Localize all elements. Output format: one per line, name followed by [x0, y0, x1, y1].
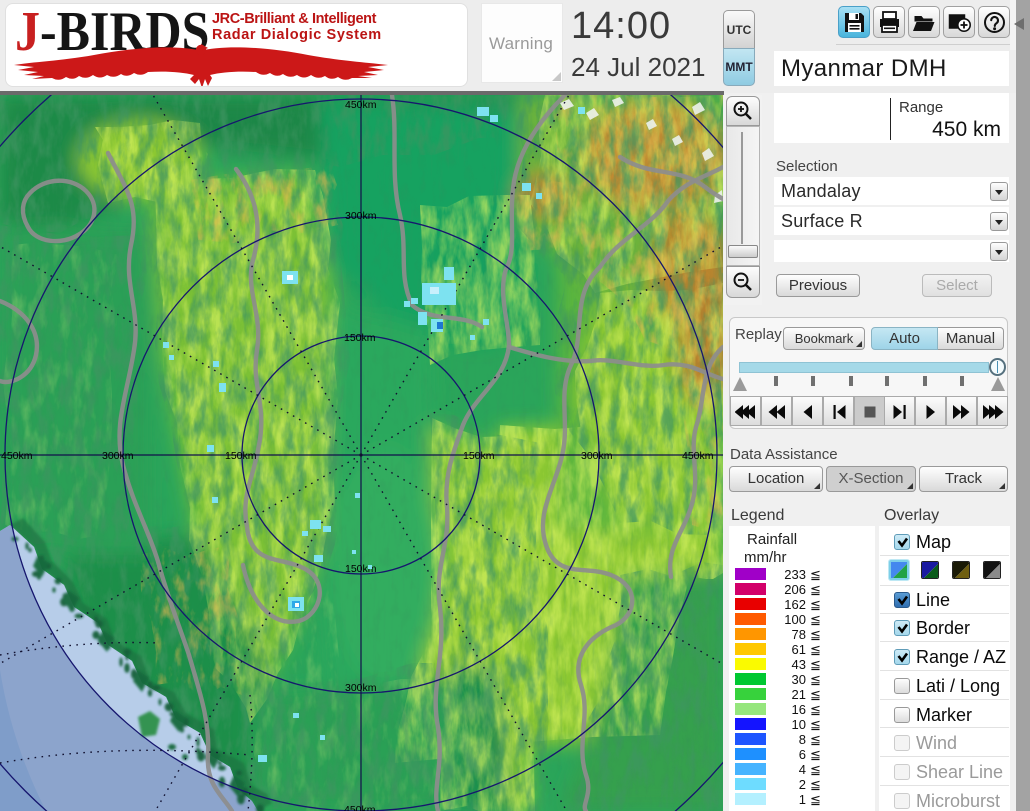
svg-text:Radar Dialogic System: Radar Dialogic System — [212, 27, 382, 43]
svg-text:450km: 450km — [345, 99, 377, 111]
svg-text:450km: 450km — [1, 450, 33, 462]
svg-text:300km: 300km — [345, 682, 377, 694]
svg-text:300km: 300km — [345, 210, 377, 222]
svg-text:150km: 150km — [345, 563, 377, 575]
svg-text:150km: 150km — [225, 450, 257, 462]
svg-text:300km: 300km — [581, 450, 613, 462]
svg-text:450km: 450km — [682, 450, 714, 462]
svg-text:150km: 150km — [463, 450, 495, 462]
svg-text:300km: 300km — [102, 450, 134, 462]
svg-text:JRC-Brilliant & Intelligent: JRC-Brilliant & Intelligent — [212, 11, 377, 27]
svg-text:150km: 150km — [344, 332, 376, 344]
svg-text:450km: 450km — [344, 804, 376, 811]
